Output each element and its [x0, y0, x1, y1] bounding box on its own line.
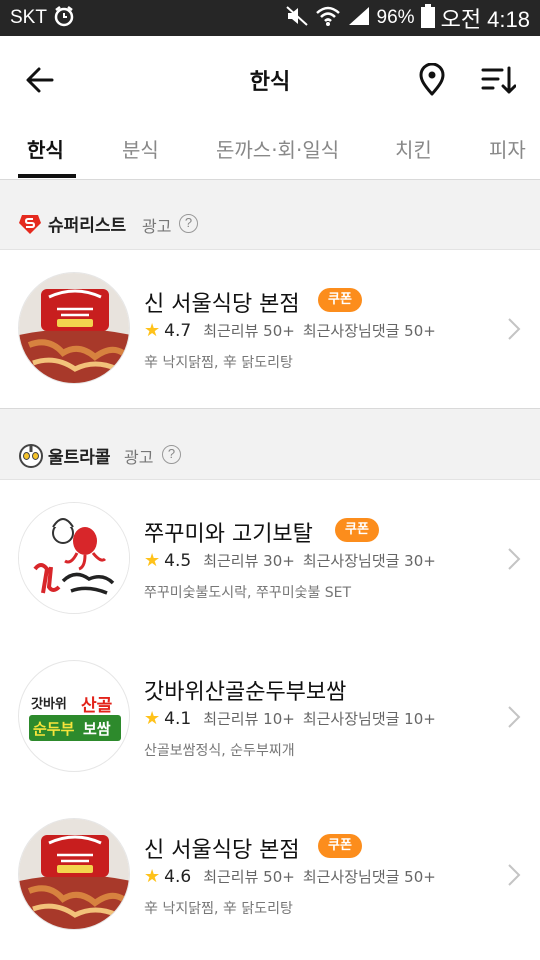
- map-pin-icon: [419, 62, 445, 96]
- coupon-badge: 쿠폰: [318, 834, 362, 858]
- restaurant-thumbnail: 갓바위 산골 순두부 보쌈: [18, 660, 130, 772]
- carrier-label: SKT: [10, 7, 47, 28]
- rating-value: 4.1: [164, 708, 192, 729]
- restaurant-meta: ★ 4.5 최근리뷰 30+ 최근사장님댓글 30+: [144, 550, 436, 571]
- chevron-right-icon: [506, 704, 522, 730]
- sort-lines-icon: [481, 66, 517, 94]
- battery-percent: 96%: [376, 7, 415, 28]
- category-tabs: 한식 분식 돈까스·회·일식 치킨 피자: [0, 120, 540, 180]
- superlist-logo-icon: [18, 211, 42, 235]
- menu-summary: 辛 낙지닭찜, 辛 닭도리탕: [144, 901, 293, 917]
- gatbawi-logo: 갓바위 산골 순두부 보쌈: [29, 691, 121, 741]
- restaurant-row[interactable]: 갓바위 산골 순두부 보쌈 갓바위산골순두부보쌈 ★ 4.1 최근리뷰 10+ …: [0, 638, 540, 796]
- rating-value: 4.5: [164, 550, 192, 571]
- restaurant-name: 신 서울식당 본점: [144, 292, 300, 317]
- restaurant-meta: ★ 4.1 최근리뷰 10+ 최근사장님댓글 10+: [144, 708, 436, 729]
- review-count: 최근리뷰 50+: [203, 322, 295, 340]
- restaurant-row[interactable]: 신 서울식당 본점 쿠폰 ★ 4.7 최근리뷰 50+ 최근사장님댓글 50+ …: [0, 250, 540, 408]
- battery-icon: [420, 4, 435, 32]
- owner-reply-count: 최근사장님댓글 30+: [302, 552, 436, 570]
- menu-summary: 쭈꾸미숯불도시락, 쭈꾸미숯불 SET: [144, 585, 352, 601]
- owner-reply-count: 최근사장님댓글 10+: [302, 710, 436, 728]
- logo-text: 갓바위: [31, 696, 67, 711]
- ad-label: 광고: [142, 217, 172, 236]
- ad-label: 광고: [124, 448, 154, 467]
- rating-value: 4.7: [164, 320, 192, 341]
- logo-text: 산골: [81, 696, 113, 715]
- restaurant-thumbnail: [18, 272, 130, 384]
- tab-donkatsu[interactable]: 돈까스·회·일식: [216, 134, 339, 163]
- section-header-superlist: 슈퍼리스트 광고 ?: [0, 180, 540, 250]
- tab-chicken[interactable]: 치킨: [395, 134, 432, 163]
- help-icon[interactable]: ?: [179, 214, 198, 233]
- star-icon: ★: [144, 866, 161, 887]
- coupon-badge: 쿠폰: [318, 288, 362, 312]
- menu-summary: 산골보쌈정식, 순두부찌개: [144, 743, 295, 759]
- review-count: 최근리뷰 50+: [203, 868, 295, 886]
- tab-hansik[interactable]: 한식: [27, 134, 64, 163]
- app-header: 한식: [0, 36, 540, 120]
- restaurant-thumbnail: [18, 502, 130, 614]
- restaurant-row[interactable]: 신 서울식당 본점 쿠폰 ★ 4.6 최근리뷰 50+ 최근사장님댓글 50+ …: [0, 796, 540, 954]
- restaurant-name: 신 서울식당 본점: [144, 838, 300, 863]
- menu-summary: 辛 낙지닭찜, 辛 닭도리탕: [144, 355, 293, 371]
- section-brand-label: 울트라콜: [48, 448, 111, 468]
- logo-text: 보쌈: [83, 721, 111, 738]
- active-tab-indicator: [18, 174, 76, 178]
- owner-reply-count: 최근사장님댓글 50+: [302, 322, 436, 340]
- review-count: 최근리뷰 10+: [203, 710, 295, 728]
- sort-button[interactable]: [480, 65, 517, 95]
- section-header-ultracall: 울트라콜 광고 ?: [0, 408, 540, 480]
- signal-icon: [347, 5, 371, 31]
- restaurant-meta: ★ 4.6 최근리뷰 50+ 최근사장님댓글 50+: [144, 866, 436, 887]
- mute-icon: [285, 5, 309, 31]
- restaurant-name: 쭈꾸미와 고기보탈: [144, 522, 313, 547]
- section-brand-label: 슈퍼리스트: [48, 216, 127, 236]
- ultracall-logo-icon: [18, 442, 43, 468]
- alarm-icon: [53, 5, 75, 31]
- restaurant-name: 갓바위산골순두부보쌈: [144, 680, 347, 705]
- rating-value: 4.6: [164, 866, 192, 887]
- wifi-icon: [315, 5, 341, 31]
- review-count: 최근리뷰 30+: [203, 552, 295, 570]
- restaurant-thumbnail: [18, 818, 130, 930]
- status-bar: SKT 96% 오전 4:18: [0, 0, 540, 36]
- page-title: 한식: [249, 70, 291, 95]
- chevron-right-icon: [506, 862, 522, 888]
- owner-reply-count: 최근사장님댓글 50+: [302, 868, 436, 886]
- clock: 오전 4:18: [440, 7, 530, 32]
- restaurant-meta: ★ 4.7 최근리뷰 50+ 최근사장님댓글 50+: [144, 320, 436, 341]
- location-button[interactable]: [416, 62, 448, 97]
- tab-bunsik[interactable]: 분식: [122, 134, 159, 163]
- logo-text: 순두부: [33, 721, 75, 738]
- restaurant-row[interactable]: 쭈꾸미와 고기보탈 쿠폰 ★ 4.5 최근리뷰 30+ 최근사장님댓글 30+ …: [0, 480, 540, 638]
- tab-pizza[interactable]: 피자: [489, 134, 526, 163]
- chevron-right-icon: [506, 316, 522, 342]
- help-icon[interactable]: ?: [162, 445, 181, 464]
- star-icon: ★: [144, 320, 161, 341]
- chevron-right-icon: [506, 546, 522, 572]
- coupon-badge: 쿠폰: [335, 518, 379, 542]
- star-icon: ★: [144, 708, 161, 729]
- star-icon: ★: [144, 550, 161, 571]
